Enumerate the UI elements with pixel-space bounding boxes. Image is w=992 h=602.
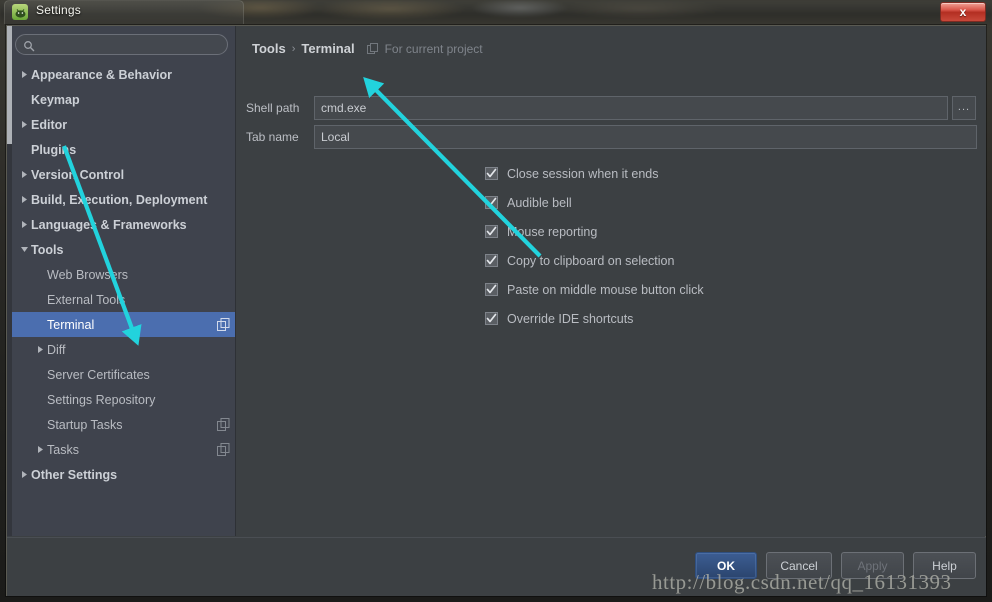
checkbox-row[interactable]: Copy to clipboard on selection (485, 246, 905, 275)
checkbox-label: Copy to clipboard on selection (507, 253, 675, 268)
checkbox-group: Close session when it ends Audible bell Mo… (485, 159, 905, 333)
field-label: Tab name (246, 130, 299, 144)
watermark-text: http://blog.csdn.net/qq_16131393 (652, 570, 952, 594)
checkbox-label: Paste on middle mouse button click (507, 282, 704, 297)
chevron-right-icon[interactable] (17, 70, 31, 79)
sidebar-item-label: Version Control (31, 167, 125, 182)
sidebar-item-terminal[interactable]: Terminal (7, 312, 235, 337)
checkbox-row[interactable]: Mouse reporting (485, 217, 905, 246)
sidebar-item-settings-repository[interactable]: Settings Repository (7, 387, 235, 412)
field-label: Shell path (246, 101, 300, 115)
sidebar-item-label: Diff (47, 342, 66, 357)
checkbox-label: Override IDE shortcuts (507, 311, 634, 326)
settings-content-panel: Tools › Terminal For current project She… (237, 26, 986, 536)
sidebar-item-editor[interactable]: Editor (7, 112, 235, 137)
checkbox-row[interactable]: Override IDE shortcuts (485, 304, 905, 333)
checkbox-row[interactable]: Close session when it ends (485, 159, 905, 188)
checkbox-label: Mouse reporting (507, 224, 598, 239)
sidebar-item-build-execution-deployment[interactable]: Build, Execution, Deployment (7, 187, 235, 212)
settings-tree: Appearance & Behavior Keymap Editor Plugins… (7, 62, 235, 532)
sidebar-item-tools[interactable]: Tools (7, 237, 235, 262)
project-scope-icon (366, 42, 379, 55)
tab-name-input[interactable] (314, 125, 977, 149)
title-bar: Settings x (0, 0, 992, 24)
settings-dialog: Appearance & Behavior Keymap Editor Plugins… (6, 25, 986, 596)
sidebar-item-startup-tasks[interactable]: Startup Tasks (7, 412, 235, 437)
sidebar-item-label: Keymap (31, 92, 80, 107)
sidebar-item-label: Settings Repository (47, 392, 156, 407)
sidebar-item-label: Appearance & Behavior (31, 67, 173, 82)
sidebar-item-label: Tools (31, 242, 64, 257)
sidebar-item-external-tools[interactable]: External Tools (7, 287, 235, 312)
search-icon (23, 39, 35, 52)
sidebar-item-label: Tasks (47, 442, 79, 457)
sidebar-item-version-control[interactable]: Version Control (7, 162, 235, 187)
breadcrumb-separator: › (291, 42, 296, 55)
screenshot-root: Settings x Appearance & Behavior Keymap … (0, 0, 992, 602)
sidebar-item-languages-frameworks[interactable]: Languages & Frameworks (7, 212, 235, 237)
scope-note: For current project (384, 41, 483, 56)
sidebar-item-label: Build, Execution, Deployment (31, 192, 208, 207)
breadcrumb-parent[interactable]: Tools (252, 41, 286, 56)
sidebar-item-label: Languages & Frameworks (31, 217, 187, 232)
checkbox-label: Close session when it ends (507, 166, 659, 181)
sidebar-item-diff[interactable]: Diff (7, 337, 235, 362)
sidebar-item-appearance-behavior[interactable]: Appearance & Behavior (7, 62, 235, 87)
chevron-right-icon[interactable] (17, 195, 31, 204)
project-scope-icon (217, 318, 230, 331)
sidebar-scrollbar-thumb[interactable] (7, 26, 12, 144)
checkbox-paste-on-middle-mouse-button-click[interactable] (485, 283, 498, 296)
sidebar-item-label: External Tools (47, 292, 126, 307)
field-row: Tab name (246, 125, 977, 149)
window-title: Settings (36, 3, 81, 17)
checkbox-copy-to-clipboard-on-selection[interactable] (485, 254, 498, 267)
checkbox-row[interactable]: Paste on middle mouse button click (485, 275, 905, 304)
chevron-right-icon[interactable] (17, 470, 31, 479)
sidebar-item-plugins[interactable]: Plugins (7, 137, 235, 162)
close-button[interactable]: x (940, 2, 986, 22)
sidebar-item-label: Startup Tasks (47, 417, 123, 432)
sidebar-item-tasks[interactable]: Tasks (7, 437, 235, 462)
search-box[interactable] (15, 34, 228, 55)
android-studio-icon (12, 4, 28, 20)
sidebar-item-label: Server Certificates (47, 367, 150, 382)
shell-path-input[interactable] (314, 96, 948, 120)
close-icon: x (959, 5, 967, 19)
sidebar-item-other-settings[interactable]: Other Settings (7, 462, 235, 487)
sidebar-item-label: Other Settings (31, 467, 118, 482)
checkbox-audible-bell[interactable] (485, 196, 498, 209)
chevron-right-icon[interactable] (33, 445, 47, 454)
settings-sidebar: Appearance & Behavior Keymap Editor Plugins… (7, 26, 236, 536)
checkbox-override-ide-shortcuts[interactable] (485, 312, 498, 325)
sidebar-scrollbar-track[interactable] (7, 26, 12, 536)
breadcrumb-current: Terminal (301, 41, 355, 56)
sidebar-item-label: Web Browsers (47, 267, 129, 282)
checkbox-mouse-reporting[interactable] (485, 225, 498, 238)
sidebar-item-label: Editor (31, 117, 68, 132)
project-scope-icon (217, 418, 230, 431)
sidebar-item-label: Plugins (31, 142, 77, 157)
search-input[interactable] (40, 35, 220, 54)
browse-button[interactable]: ... (952, 96, 976, 120)
sidebar-item-label: Terminal (47, 317, 95, 332)
chevron-right-icon[interactable] (17, 120, 31, 129)
chevron-right-icon[interactable] (17, 170, 31, 179)
checkbox-row[interactable]: Audible bell (485, 188, 905, 217)
search-field-wrapper (15, 34, 228, 55)
sidebar-item-web-browsers[interactable]: Web Browsers (7, 262, 235, 287)
chevron-down-icon[interactable] (17, 245, 31, 254)
checkbox-label: Audible bell (507, 195, 572, 210)
chevron-right-icon[interactable] (33, 345, 47, 354)
sidebar-item-server-certificates[interactable]: Server Certificates (7, 362, 235, 387)
breadcrumb: Tools › Terminal For current project (252, 41, 483, 56)
project-scope-icon (217, 443, 230, 456)
chevron-right-icon[interactable] (17, 220, 31, 229)
checkbox-close-session-when-it-ends[interactable] (485, 167, 498, 180)
sidebar-item-keymap[interactable]: Keymap (7, 87, 235, 112)
field-row: Shell path... (246, 96, 976, 120)
